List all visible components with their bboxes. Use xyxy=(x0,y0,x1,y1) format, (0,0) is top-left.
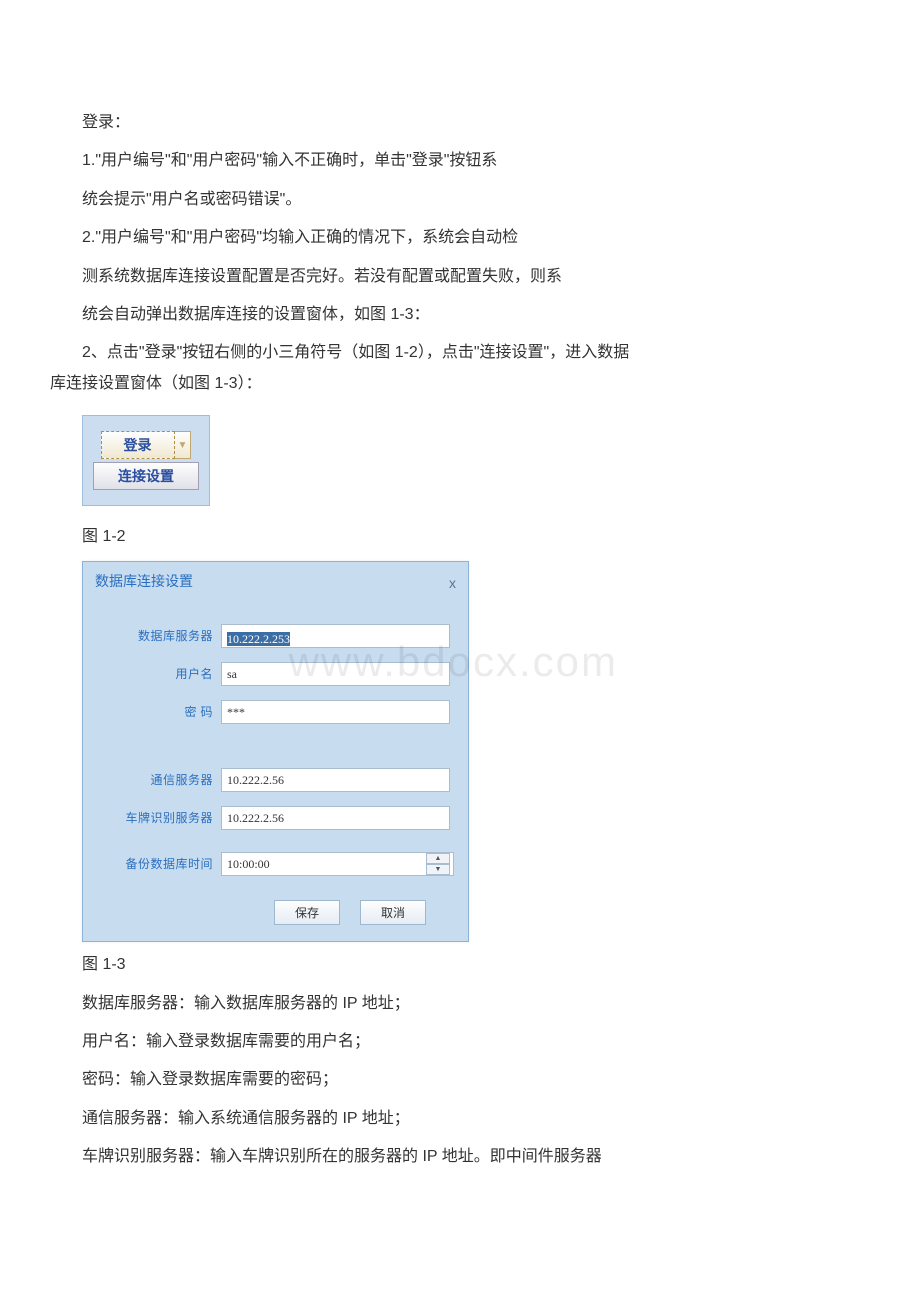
paragraph: 2、点击"登录"按钮右侧的小三角符号（如图 1-2），点击"连接设置"，进入数据… xyxy=(50,338,870,399)
paragraph: 用户名：输入登录数据库需要的用户名； xyxy=(50,1027,870,1057)
spinner-up-icon[interactable]: ▲ xyxy=(426,853,450,864)
input-comserver[interactable] xyxy=(221,768,450,792)
db-settings-dialog: www.bdocx.com 数据库连接设置 x 数据库服务器 10.222.2.… xyxy=(82,561,469,943)
paragraph: 密码：输入登录数据库需要的密码； xyxy=(50,1065,870,1095)
figure-caption: 图 1-3 xyxy=(50,950,870,980)
cancel-button[interactable]: 取消 xyxy=(360,900,426,925)
paragraph: 车牌识别服务器：输入车牌识别所在的服务器的 IP 地址。即中间件服务器 xyxy=(50,1142,870,1172)
label-plateserver: 车牌识别服务器 xyxy=(83,807,221,830)
save-button[interactable]: 保存 xyxy=(274,900,340,925)
paragraph: 1."用户编号"和"用户密码"输入不正确时，单击"登录"按钮系 xyxy=(50,146,870,176)
login-menu: 登录 ▼ 连接设置 xyxy=(82,415,210,506)
figure-caption: 图 1-2 xyxy=(50,522,870,552)
paragraph: 统会提示"用户名或密码错误"。 xyxy=(50,185,870,215)
label-backuptime: 备份数据库时间 xyxy=(83,853,221,876)
dropdown-arrow-icon[interactable]: ▼ xyxy=(175,431,192,459)
time-spinner[interactable]: ▲ ▼ xyxy=(426,853,450,875)
input-username[interactable] xyxy=(221,662,450,686)
connection-settings-button[interactable]: 连接设置 xyxy=(93,462,199,490)
input-dbserver[interactable]: 10.222.2.253 xyxy=(221,624,450,648)
close-icon[interactable]: x xyxy=(449,570,456,597)
paragraph-line: 2、点击"登录"按钮右侧的小三角符号（如图 1-2），点击"连接设置"，进入数据 xyxy=(50,338,870,368)
label-username: 用户名 xyxy=(83,663,221,686)
paragraph: 测系统数据库连接设置配置是否完好。若没有配置或配置失败，则系 xyxy=(50,262,870,292)
label-comserver: 通信服务器 xyxy=(83,769,221,792)
label-dbserver: 数据库服务器 xyxy=(83,625,221,648)
dialog-title: 数据库连接设置 xyxy=(95,570,193,597)
paragraph: 数据库服务器：输入数据库服务器的 IP 地址； xyxy=(50,989,870,1019)
input-backuptime[interactable] xyxy=(221,852,454,876)
input-plateserver[interactable] xyxy=(221,806,450,830)
paragraph: 通信服务器：输入系统通信服务器的 IP 地址； xyxy=(50,1104,870,1134)
input-password[interactable] xyxy=(221,700,450,724)
paragraph: 统会自动弹出数据库连接的设置窗体，如图 1-3： xyxy=(50,300,870,330)
spinner-down-icon[interactable]: ▼ xyxy=(426,864,450,875)
paragraph: 2."用户编号"和"用户密码"均输入正确的情况下，系统会自动检 xyxy=(50,223,870,253)
paragraph-line: 库连接设置窗体（如图 1-3）： xyxy=(50,375,262,392)
dialog-titlebar: 数据库连接设置 x xyxy=(83,562,468,605)
paragraph: 登录： xyxy=(50,108,870,138)
login-button[interactable]: 登录 xyxy=(101,431,175,459)
label-password: 密 码 xyxy=(83,701,221,724)
